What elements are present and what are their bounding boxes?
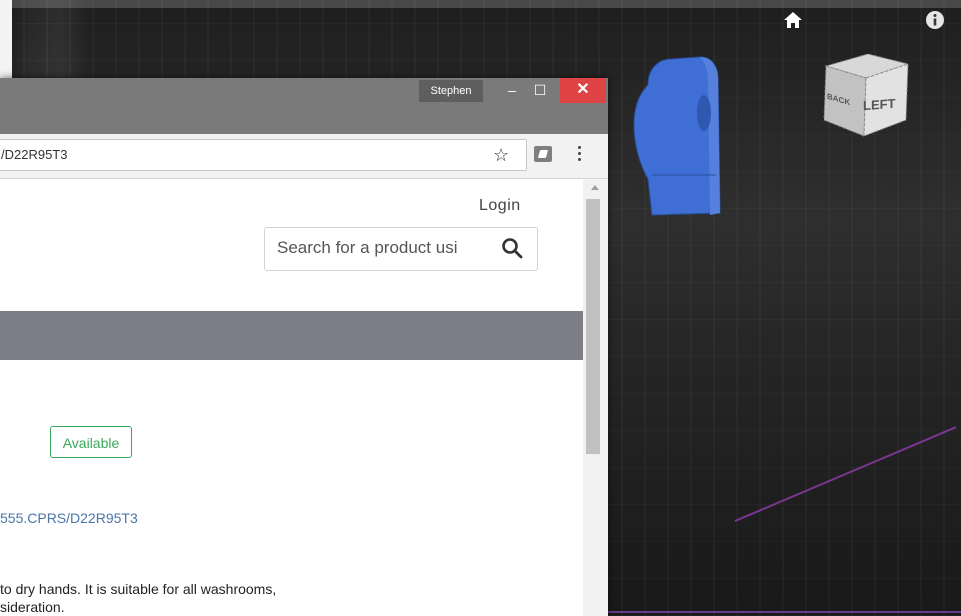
axis-line bbox=[734, 426, 957, 522]
viewport-corner bbox=[0, 0, 12, 78]
part-model[interactable] bbox=[630, 55, 730, 223]
address-bar[interactable]: /D22R95T3 ☆ bbox=[0, 139, 527, 171]
scrollbar-thumb[interactable] bbox=[586, 199, 600, 454]
browser-titlebar[interactable]: Stephen – ☐ ✕ bbox=[0, 78, 608, 134]
profile-button[interactable]: Stephen bbox=[419, 80, 483, 102]
search-input[interactable] bbox=[277, 237, 483, 259]
star-icon[interactable]: ☆ bbox=[493, 145, 509, 166]
search-icon[interactable] bbox=[501, 237, 523, 259]
viewport-top-band bbox=[12, 0, 961, 8]
product-code-link[interactable]: 555.CPRS/D22R95T3 bbox=[0, 510, 138, 526]
url-text[interactable]: /D22R95T3 bbox=[1, 147, 67, 162]
scrollbar[interactable] bbox=[583, 179, 608, 616]
description-line: sideration. bbox=[0, 599, 65, 615]
description-line: to dry hands. It is suitable for all was… bbox=[0, 581, 277, 597]
search-box[interactable] bbox=[264, 227, 538, 271]
browser-window: Stephen – ☐ ✕ /D22R95T3 ☆ Login Availabl… bbox=[0, 78, 608, 616]
web-page: Login Available 555.CPRS/D22R95T3 to dry… bbox=[0, 179, 583, 616]
info-icon[interactable] bbox=[925, 10, 945, 30]
home-icon[interactable] bbox=[783, 10, 803, 30]
status-badge: Available bbox=[50, 426, 132, 458]
login-link[interactable]: Login bbox=[479, 197, 521, 215]
scroll-up-arrow-icon[interactable] bbox=[591, 185, 599, 190]
close-button[interactable]: ✕ bbox=[560, 78, 606, 103]
maximize-button[interactable]: ☐ bbox=[524, 78, 556, 103]
extension-icon[interactable] bbox=[534, 146, 552, 162]
menu-icon[interactable] bbox=[578, 146, 582, 164]
view-cube[interactable]: LEFT BACK bbox=[818, 50, 913, 145]
navigation-bar bbox=[0, 311, 583, 360]
view-cube-face-label: LEFT bbox=[863, 95, 896, 114]
